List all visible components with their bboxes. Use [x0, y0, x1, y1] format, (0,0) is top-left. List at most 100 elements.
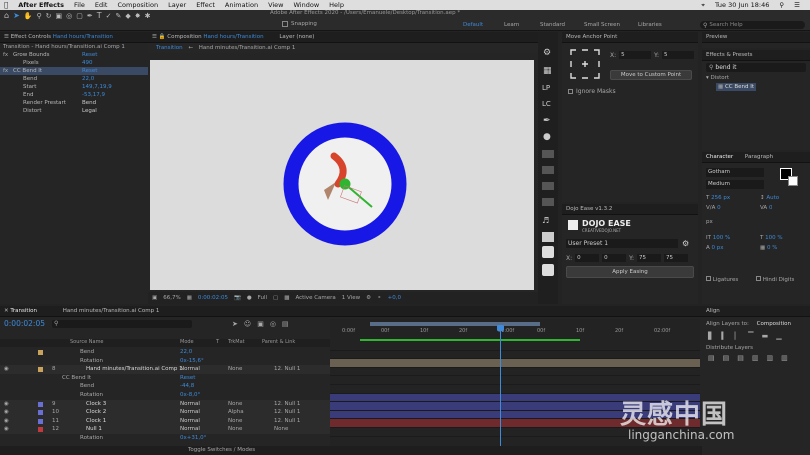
col-source[interactable]: Source Name	[70, 339, 104, 345]
dojo-preset-select[interactable]: User Preset 1	[566, 239, 678, 248]
col-mode[interactable]: Mode	[180, 339, 194, 345]
snapshot-icon[interactable]: 📷	[234, 295, 241, 301]
table-row[interactable]: Bend -44,8	[0, 382, 330, 391]
layer-trkmat[interactable]: None	[228, 365, 242, 373]
distribute-bottom-icon[interactable]: ▤	[737, 354, 744, 362]
col-parent[interactable]: Parent & Link	[262, 339, 295, 345]
font-style-select[interactable]: Medium	[706, 180, 764, 189]
composition-tab-name[interactable]: Hand hours/Transition	[203, 34, 263, 40]
eraser-tool-icon[interactable]: ◆	[125, 12, 130, 20]
align-hcenter-icon[interactable]: ▍	[721, 332, 726, 340]
document-icon[interactable]: ▦	[543, 66, 552, 76]
align-bottom-icon[interactable]: ▁	[776, 332, 781, 340]
layer-mode[interactable]: 0x-8,0°	[180, 391, 200, 399]
script-button-4[interactable]	[542, 198, 554, 206]
layer-mode[interactable]: Normal	[180, 408, 200, 416]
table-row[interactable]: ◉ 12 Null 1 Normal None None	[0, 425, 330, 434]
brush-icon[interactable]: ✒	[543, 116, 551, 126]
tsume-value[interactable]: 0 %	[767, 245, 777, 251]
layer-parent[interactable]: 12. Null 1	[274, 365, 300, 373]
layer-trkmat[interactable]: Alpha	[228, 408, 244, 416]
visibility-icon[interactable]: ◉	[4, 425, 9, 433]
circle-icon[interactable]: ●	[543, 132, 551, 142]
menu-layer[interactable]: Layer	[168, 1, 186, 9]
grid-icon[interactable]: ▦	[187, 295, 192, 301]
color-icon[interactable]: ●	[247, 295, 252, 301]
label-color-swatch[interactable]	[38, 359, 43, 364]
snapping-toggle[interactable]: Snapping	[282, 21, 317, 27]
lc-button[interactable]: LC	[542, 100, 551, 108]
tracking-value[interactable]: 0	[769, 205, 773, 211]
label-color-swatch[interactable]	[38, 367, 43, 373]
flowchart-icon[interactable]: ⚬	[377, 295, 382, 301]
effect-prop-value[interactable]: Legal	[82, 107, 97, 115]
col-t[interactable]: T	[216, 339, 219, 345]
unit-value[interactable]: px	[706, 219, 713, 225]
preview-title[interactable]: Preview	[702, 32, 810, 43]
menu-edit[interactable]: Edit	[95, 1, 108, 9]
playhead-handle[interactable]	[497, 325, 504, 331]
track-bar[interactable]	[330, 351, 700, 360]
anchor-x-field[interactable]: 5	[619, 51, 652, 59]
checkbox-icon[interactable]	[282, 21, 288, 27]
layer-tab[interactable]: Layer (none)	[279, 34, 314, 40]
dojo-field-2[interactable]: 0	[602, 254, 627, 262]
panel-menu-icon[interactable]: ☰	[152, 34, 157, 40]
timeline-tab[interactable]: Transition	[10, 308, 37, 314]
layer-mode[interactable]: 22,0	[180, 348, 192, 356]
distribute-top-icon[interactable]: ▤	[708, 354, 715, 362]
table-row[interactable]: ◉ 10 Clock 2 Normal Alpha 12. Null 1	[0, 408, 330, 417]
camera-tool-icon[interactable]: ▣	[56, 12, 63, 20]
align-to-select[interactable]: Composition	[757, 321, 791, 327]
effect-prop-value[interactable]: 490	[82, 59, 93, 67]
timeline-search[interactable]: ⚲	[52, 320, 192, 328]
motion-blur-icon[interactable]: ◎	[270, 320, 276, 328]
distribute-hcenter-icon[interactable]: ▥	[767, 354, 774, 362]
layer-name[interactable]: Rotation	[80, 391, 103, 399]
script-button-2[interactable]	[542, 166, 554, 174]
hand-tool-icon[interactable]: ✋	[24, 12, 33, 20]
script-button-3[interactable]	[542, 182, 554, 190]
script-button-1[interactable]	[542, 150, 554, 158]
label-color-swatch[interactable]	[38, 410, 43, 416]
zoom-select[interactable]: 66,7%	[163, 295, 180, 301]
track-bar[interactable]	[330, 385, 700, 394]
shy-icon[interactable]: ☺	[244, 320, 251, 328]
menu-file[interactable]: File	[74, 1, 85, 9]
table-row[interactable]: ◉ 11 Clock 1 Normal None 12. Null 1	[0, 416, 330, 426]
menu-list-icon[interactable]: ☰	[794, 1, 800, 9]
fast-preview-icon[interactable]: ⚙	[366, 295, 371, 301]
views-select[interactable]: 1 View	[342, 295, 360, 301]
exposure-value[interactable]: +0,0	[388, 295, 401, 301]
draft-3d-icon[interactable]: ➤	[232, 320, 238, 328]
align-right-icon[interactable]: ▏	[735, 332, 740, 340]
workspace-learn[interactable]: Learn	[504, 22, 519, 28]
layer-mode[interactable]: 0x-15,6°	[180, 357, 204, 365]
region-icon[interactable]: ▢	[273, 295, 278, 301]
distribute-vcenter-icon[interactable]: ▤	[723, 354, 730, 362]
table-row[interactable]: Rotation 0x+31,0°	[0, 434, 330, 443]
layer-mode[interactable]: 0x+31,0°	[180, 434, 206, 442]
workspace-libraries[interactable]: Libraries	[638, 22, 662, 28]
hindi-checkbox[interactable]	[756, 276, 761, 281]
anchor-grid[interactable]	[570, 49, 600, 79]
rotate-tool-icon[interactable]: ↻	[46, 12, 52, 20]
font-size-value[interactable]: 256 px	[711, 195, 730, 201]
apple-icon[interactable]: 	[4, 1, 8, 9]
spotlight-icon[interactable]: ⚲	[779, 1, 784, 9]
layer-name[interactable]: Rotation	[80, 357, 103, 365]
leading-value[interactable]: Auto	[766, 195, 779, 201]
vscale-value[interactable]: 100 %	[713, 235, 730, 241]
anchor-point-icon[interactable]	[339, 178, 351, 190]
layer-parent[interactable]: 12. Null 1	[274, 400, 300, 408]
volume-icon[interactable]: ♬	[542, 216, 549, 225]
frame-blend-icon[interactable]: ▣	[257, 320, 264, 328]
apply-easing-button[interactable]: Apply Easing	[566, 266, 694, 278]
close-icon[interactable]: ✕	[4, 308, 9, 314]
timeline-tab-2[interactable]: Hand minutes/Transition.ai Comp 1	[63, 308, 160, 314]
label-color-swatch[interactable]	[38, 350, 43, 355]
effect-prop-value[interactable]: Reset	[82, 51, 97, 59]
layer-parent[interactable]: None	[274, 425, 288, 433]
align-title[interactable]: Align	[702, 306, 810, 317]
layer-mode[interactable]: -44,8	[180, 382, 194, 390]
